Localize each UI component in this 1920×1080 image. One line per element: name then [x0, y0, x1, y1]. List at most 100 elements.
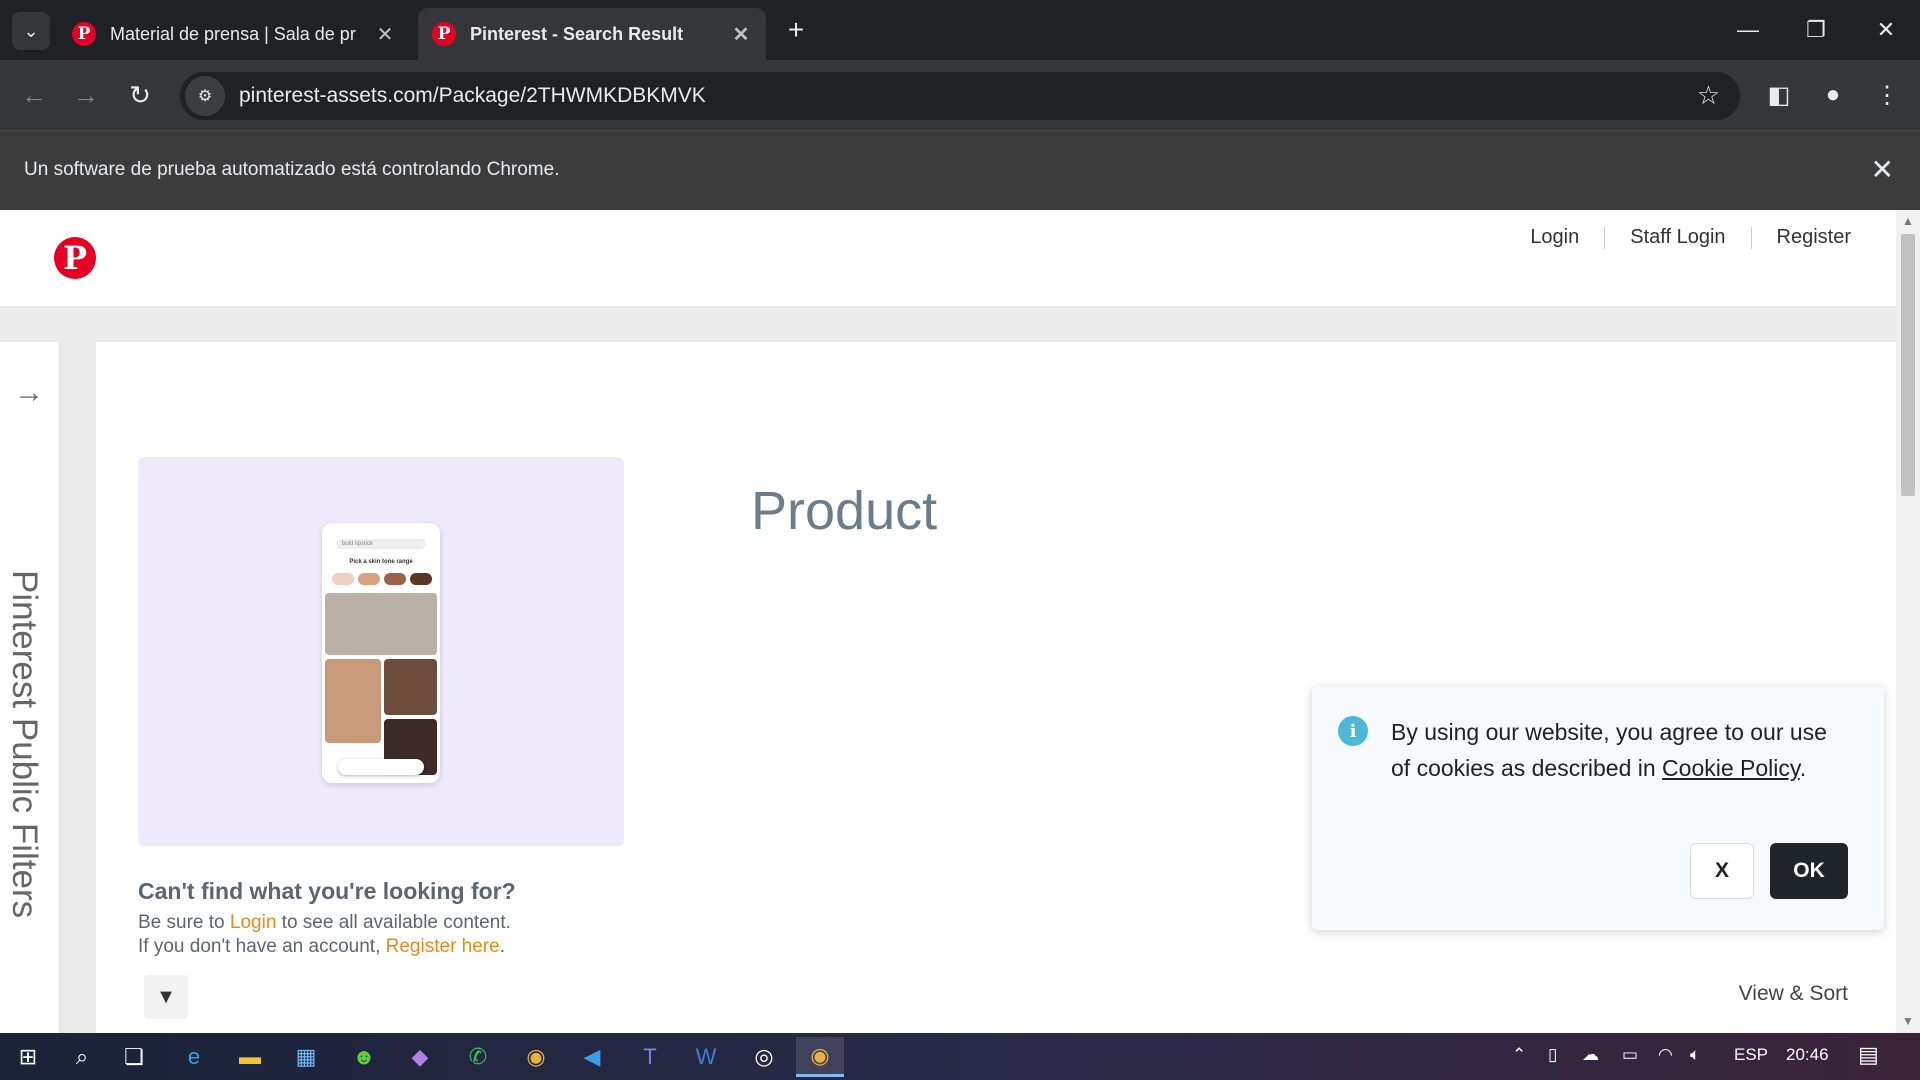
battery-icon[interactable]: ▭: [1622, 1045, 1638, 1065]
browser-toolbar: ← → ↻ ⚙ pinterest-assets.com/Package/2TH…: [0, 60, 1920, 130]
wifi-icon[interactable]: ◠: [1658, 1045, 1673, 1065]
cookie-message: By using our website, you agree to our u…: [1391, 714, 1831, 786]
filter-icon[interactable]: ▼: [144, 975, 188, 1019]
more-menu-icon[interactable]: ⋮: [1870, 78, 1904, 112]
page-scrollbar[interactable]: ▲ ▼: [1896, 210, 1920, 1033]
register-hint: If you don't have an account, Register h…: [138, 936, 505, 958]
swatch: [384, 573, 406, 585]
sidebar-gutter: [60, 342, 96, 1033]
volume-icon[interactable]: 🔈︎: [1690, 1045, 1700, 1065]
tab-material-de-prensa[interactable]: P Material de prensa | Sala de pr ✕: [58, 8, 410, 60]
pinterest-favicon-icon: P: [432, 22, 456, 46]
product-thumbnail-card[interactable]: bold lipstick Pick a skin tone range: [138, 457, 624, 846]
restore-icon[interactable]: ❐: [1792, 10, 1840, 50]
chrome-icon[interactable]: ◉: [512, 1037, 560, 1077]
register-inline-link[interactable]: Register here: [386, 936, 500, 957]
reload-icon[interactable]: ↻: [120, 75, 160, 115]
swatch: [332, 573, 354, 585]
duolingo-icon[interactable]: ☻: [340, 1037, 388, 1077]
site-header: P Login Staff Login Register: [0, 210, 1896, 306]
page-content: P Login Staff Login Register → Pinterest…: [0, 210, 1896, 1033]
hint-text: Be sure to: [138, 912, 230, 933]
cant-find-heading: Can't find what you're looking for?: [138, 878, 516, 904]
forward-arrow-icon[interactable]: →: [66, 75, 106, 115]
cookie-text: .: [1799, 755, 1807, 781]
tab-title: Material de prensa | Sala de pr: [110, 23, 356, 44]
windows-taskbar: ⊞ ⌕ ❏ e ▬ ▦ ☻ ◆ ✆ ◉ ◀ T W ◎ ◉ ⌃ ▯ ☁ ▭ ◠ …: [0, 1033, 1920, 1080]
tab-close-icon[interactable]: ✕: [374, 23, 396, 46]
scroll-up-icon[interactable]: ▲: [1902, 214, 1914, 228]
task-view-icon[interactable]: ❏: [110, 1037, 158, 1077]
minimize-icon[interactable]: —: [1724, 10, 1772, 50]
word-icon[interactable]: W: [682, 1037, 730, 1077]
photo: [325, 593, 437, 655]
phone-search-bar: bold lipstick: [336, 539, 426, 549]
tray-chevron-up-icon[interactable]: ⌃: [1512, 1045, 1526, 1065]
swatch: [410, 573, 432, 585]
bookmark-star-icon[interactable]: ☆: [1697, 80, 1720, 111]
cookie-ok-button[interactable]: OK: [1770, 843, 1848, 899]
edge-icon[interactable]: e: [170, 1037, 218, 1077]
windows-start-icon[interactable]: ⊞: [4, 1037, 52, 1077]
side-panel-icon[interactable]: ◧: [1762, 78, 1796, 112]
skin-tone-swatches: [332, 573, 432, 585]
notification-icon[interactable]: ▤: [1858, 1042, 1879, 1068]
swatch: [358, 573, 380, 585]
search-icon[interactable]: ⌕: [58, 1037, 106, 1077]
visual-studio-icon[interactable]: ◆: [396, 1037, 444, 1077]
onedrive-icon[interactable]: ☁: [1582, 1045, 1599, 1065]
login-link[interactable]: Login: [1505, 226, 1604, 249]
vscode-icon[interactable]: ◀: [568, 1037, 616, 1077]
hint-text: to see all available content.: [276, 912, 511, 933]
infobar-close-icon[interactable]: ✕: [1871, 153, 1894, 186]
login-inline-link[interactable]: Login: [230, 912, 277, 933]
language-indicator[interactable]: ESP: [1734, 1045, 1768, 1065]
scroll-thumb[interactable]: [1901, 234, 1915, 496]
file-explorer-icon[interactable]: ▬: [226, 1037, 274, 1077]
site-info-icon[interactable]: ⚙: [185, 76, 225, 116]
chrome-active-icon[interactable]: ◉: [796, 1037, 844, 1077]
filters-sidebar[interactable]: → Pinterest Public Filters: [0, 342, 60, 1033]
tab-close-icon[interactable]: ✕: [730, 23, 752, 46]
sidebar-label[interactable]: Pinterest Public Filters: [4, 570, 44, 918]
header-divider-band: [0, 306, 1896, 342]
expand-arrow-icon[interactable]: →: [14, 376, 44, 410]
pinterest-logo[interactable]: P: [54, 237, 96, 279]
chevron-down-icon: ⌄: [23, 20, 39, 41]
cookie-policy-link[interactable]: Cookie Policy: [1662, 755, 1800, 781]
whatsapp-icon[interactable]: ✆: [454, 1037, 502, 1077]
register-link[interactable]: Register: [1752, 226, 1876, 249]
login-hint: Be sure to Login to see all available co…: [138, 912, 511, 934]
tab-strip: ⌄ P Material de prensa | Sala de pr ✕ P …: [0, 0, 1920, 60]
address-bar[interactable]: ⚙ pinterest-assets.com/Package/2THWMKDBK…: [180, 72, 1740, 120]
automation-infobar: Un software de prueba automatizado está …: [0, 130, 1920, 210]
cookie-banner: i By using our website, you agree to our…: [1312, 686, 1884, 930]
staff-login-link[interactable]: Staff Login: [1605, 226, 1750, 249]
info-icon: i: [1338, 716, 1368, 746]
tab-search-button[interactable]: ⌄: [12, 12, 50, 50]
phone-pick-text: Pick a skin tone range: [349, 559, 413, 565]
profile-icon[interactable]: ●: [1816, 78, 1850, 112]
phone-mockup-image: bold lipstick Pick a skin tone range: [322, 523, 440, 783]
teams-icon[interactable]: T: [626, 1037, 674, 1077]
scroll-down-icon[interactable]: ▼: [1902, 1014, 1914, 1028]
back-arrow-icon[interactable]: ←: [14, 75, 54, 115]
infobar-message: Un software de prueba automatizado está …: [24, 159, 560, 180]
app-icon[interactable]: ◎: [740, 1037, 788, 1077]
tab-search-result[interactable]: P Pinterest - Search Result ✕: [418, 8, 766, 60]
page-title: Product: [751, 481, 938, 541]
store-icon[interactable]: ▦: [282, 1037, 330, 1077]
cookie-dismiss-button[interactable]: X: [1690, 843, 1754, 899]
tray-device-icon[interactable]: ▯: [1548, 1045, 1557, 1065]
close-window-icon[interactable]: ✕: [1862, 10, 1910, 50]
hint-text: If you don't have an account,: [138, 936, 386, 957]
pinterest-favicon-icon: P: [72, 22, 96, 46]
clock[interactable]: 20:46: [1786, 1045, 1829, 1065]
view-sort-button[interactable]: View & Sort: [1739, 982, 1848, 1006]
photo: [384, 659, 437, 715]
hint-text: .: [499, 936, 505, 957]
new-tab-button[interactable]: +: [780, 14, 812, 46]
photo: [325, 659, 381, 743]
url-text[interactable]: pinterest-assets.com/Package/2THWMKDBKMV…: [239, 84, 706, 108]
tab-title: Pinterest - Search Result: [470, 23, 684, 44]
